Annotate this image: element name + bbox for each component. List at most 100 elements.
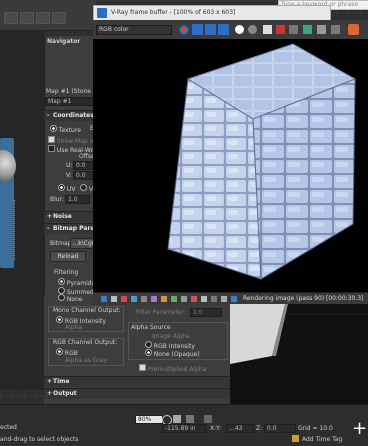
map-name-field[interactable]: Map #1 <box>45 97 97 106</box>
render-teapot-icon[interactable] <box>348 24 359 35</box>
lock-icon[interactable] <box>186 415 194 423</box>
tool-icon[interactable] <box>171 296 177 302</box>
tool-icon[interactable] <box>151 296 157 302</box>
clear-icon[interactable] <box>276 25 285 34</box>
x-coord-field[interactable]: -115.89 in <box>162 424 206 433</box>
isolate-icon[interactable] <box>204 415 212 423</box>
radio-icon <box>58 294 65 301</box>
tool-icon[interactable] <box>131 296 137 302</box>
mono-alpha-option[interactable]: Alpha <box>65 324 82 331</box>
rollout-title: Coordinates <box>53 112 94 119</box>
track-mouse-icon[interactable] <box>303 25 312 34</box>
tool-icon[interactable] <box>211 296 217 302</box>
compare-icon[interactable] <box>331 25 340 34</box>
uv-label: UV <box>66 186 76 193</box>
texture-label: Texture <box>58 127 81 134</box>
expand-icon: + <box>47 378 53 385</box>
toolbar-button[interactable] <box>4 12 18 24</box>
mono-output-title: Mono Channel Output: <box>53 307 121 314</box>
tool-icon[interactable] <box>201 296 207 302</box>
alpha-none-radio[interactable]: None (Opaque) <box>145 349 200 358</box>
y-coord-field[interactable]: ...43 <box>226 424 254 433</box>
green-channel-button[interactable] <box>205 24 216 35</box>
tool-icon[interactable] <box>231 296 237 302</box>
rollout-title: Noise <box>53 213 72 220</box>
viewport-geometry <box>230 304 368 364</box>
radio-icon <box>145 349 152 356</box>
alpha-as-gray-option[interactable]: Alpha as Gray <box>65 357 107 364</box>
framebuffer-toolbar: RGB color <box>93 20 368 39</box>
y-label: Y: <box>216 425 221 432</box>
rollout-title: Output <box>53 390 77 397</box>
expand-icon: + <box>47 390 53 397</box>
tool-icon[interactable] <box>191 296 197 302</box>
mono-button[interactable] <box>248 25 257 34</box>
filter-pyramidal-radio[interactable]: Pyramidal <box>58 278 97 287</box>
collapse-icon: - <box>47 225 50 232</box>
texture-radio[interactable]: Texture <box>50 125 81 134</box>
z-label: Z: <box>256 425 263 432</box>
tool-icon[interactable] <box>111 296 117 302</box>
save-icon[interactable] <box>263 25 272 34</box>
tool-icon[interactable] <box>141 296 147 302</box>
rollout-title: Time <box>53 378 70 385</box>
viewport[interactable] <box>230 304 368 404</box>
time-tag-icon <box>292 435 299 442</box>
zoom-field[interactable]: 80% <box>135 415 163 424</box>
collapse-icon: - <box>47 112 50 119</box>
u-label: U: <box>66 162 73 169</box>
red-channel-button[interactable] <box>192 24 203 35</box>
radio-icon <box>50 125 57 132</box>
tool-icon[interactable] <box>101 296 107 302</box>
checkbox-icon <box>48 145 55 152</box>
radio-label: None (Opaque) <box>153 351 200 358</box>
channel-select[interactable]: RGB color <box>96 25 172 35</box>
toolbar-button[interactable] <box>20 12 34 24</box>
vray-logo-icon <box>97 8 107 18</box>
color-channels-icon[interactable] <box>179 25 189 35</box>
node-wire <box>14 200 45 260</box>
blue-channel-button[interactable] <box>218 24 229 35</box>
uv-radio[interactable]: UV <box>58 184 75 193</box>
v-label: V: <box>66 172 72 179</box>
selection-status: ected <box>0 424 17 431</box>
z-coord-field[interactable]: 0.0 <box>264 424 296 433</box>
alpha-source-title: Alpha Source <box>131 324 171 331</box>
main-toolbar <box>0 0 96 31</box>
viewport-icon[interactable] <box>173 415 181 423</box>
rgb-radio[interactable]: RGB <box>56 348 78 357</box>
checkbox-icon <box>139 364 146 371</box>
rollout-time[interactable]: + Time <box>44 376 230 387</box>
radio-icon <box>58 278 65 285</box>
grid-readout: Grid = 10.0 <box>298 425 333 432</box>
toolbar-button[interactable] <box>36 12 50 24</box>
filtering-label: Filtering <box>54 269 79 276</box>
rgb-output-title: RGB Channel Output: <box>53 339 118 346</box>
radio-icon <box>58 287 65 294</box>
filter-option-label: None <box>66 296 83 303</box>
region-render-icon[interactable] <box>317 25 326 34</box>
render-view[interactable] <box>93 39 368 292</box>
framebuffer-title: V-Ray frame buffer - [100% of 603 x 603] <box>111 9 236 16</box>
radio-icon <box>56 348 63 355</box>
navigator-title: Navigator <box>47 38 81 45</box>
add-time-tag-button[interactable]: Add Time Tag <box>302 436 342 443</box>
prompt-line: and-drag to select objects <box>0 436 79 443</box>
tool-icon[interactable] <box>121 296 127 302</box>
add-icon[interactable]: + <box>352 418 367 439</box>
filter-parameter-field[interactable]: 1.0 <box>190 308 222 317</box>
blur-field[interactable]: 1.0 <box>65 195 90 204</box>
premultiplied-alpha-checkbox[interactable]: Premultiplied Alpha <box>139 364 206 373</box>
reload-button[interactable]: Reload <box>50 251 86 262</box>
filter-none-radio[interactable]: None <box>58 294 83 303</box>
tool-icon[interactable] <box>161 296 167 302</box>
tool-icon[interactable] <box>221 296 227 302</box>
rollout-output[interactable]: + Output <box>44 388 230 399</box>
alpha-channel-button[interactable] <box>235 25 244 34</box>
radio-icon <box>80 184 87 191</box>
copy-icon[interactable] <box>289 25 298 34</box>
toolbar-button[interactable] <box>52 12 66 24</box>
alpha-image-option[interactable]: Image Alpha <box>152 333 190 340</box>
render-status-text: Rendering image (pass 90) [00:00:30.3] <box>243 295 364 302</box>
tool-icon[interactable] <box>181 296 187 302</box>
